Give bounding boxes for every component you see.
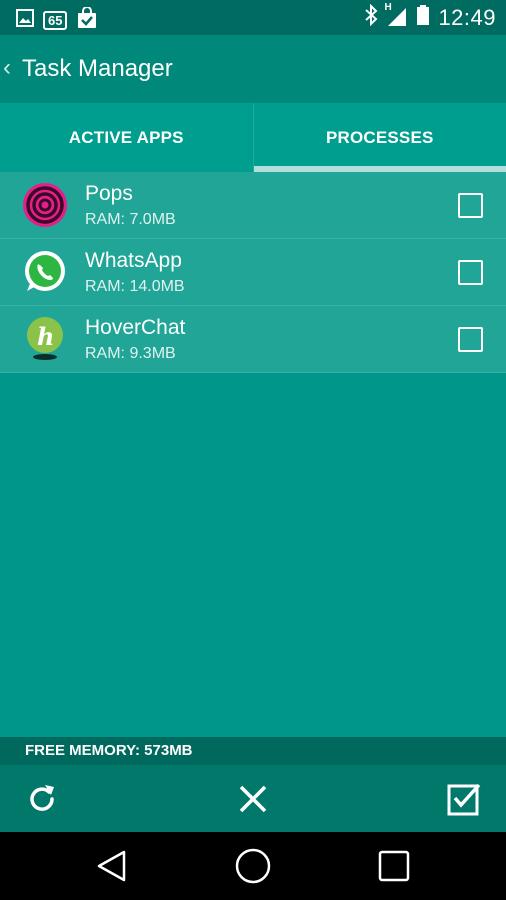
app-ram: RAM: 7.0MB xyxy=(85,211,176,228)
process-list: Pops RAM: 7.0MB WhatsApp RAM: 14.0MB h H… xyxy=(0,172,506,373)
app-name: Pops xyxy=(85,182,133,205)
list-item[interactable]: h HoverChat RAM: 9.3MB xyxy=(0,306,506,373)
select-checkbox[interactable] xyxy=(458,260,483,285)
refresh-icon[interactable] xyxy=(24,781,60,817)
app-name: WhatsApp xyxy=(85,249,182,272)
app-ram: RAM: 9.3MB xyxy=(85,345,176,362)
tab-processes[interactable]: PROCESSES xyxy=(252,103,506,172)
home-icon[interactable] xyxy=(235,848,271,884)
select-checkbox[interactable] xyxy=(458,327,483,352)
list-item[interactable]: Pops RAM: 7.0MB xyxy=(0,172,506,239)
select-all-check-icon[interactable] xyxy=(446,781,482,817)
action-bar xyxy=(0,765,506,832)
tab-label: ACTIVE APPS xyxy=(68,127,184,147)
back-chevron-icon[interactable]: ‹ xyxy=(3,54,11,82)
network-type-label: H xyxy=(384,2,392,13)
status-bar: 65 H 12:49 xyxy=(0,0,506,35)
tab-active-apps[interactable]: ACTIVE APPS xyxy=(0,103,253,172)
free-memory-label: FREE MEMORY: 573MB xyxy=(25,742,193,759)
image-icon xyxy=(16,9,34,32)
list-item[interactable]: WhatsApp RAM: 14.0MB xyxy=(0,239,506,306)
free-memory-bar: FREE MEMORY: 573MB xyxy=(0,737,506,765)
tab-label: PROCESSES xyxy=(325,127,434,147)
app-bar: ‹ Task Manager xyxy=(0,35,506,103)
system-icons: H 12:49 xyxy=(364,2,496,31)
app-name: HoverChat xyxy=(85,316,186,339)
app-ram: RAM: 14.0MB xyxy=(85,278,185,295)
clock: 12:49 xyxy=(438,4,496,30)
cellular-signal-icon: H xyxy=(384,2,408,31)
bluetooth-icon xyxy=(364,3,378,31)
battery-icon xyxy=(416,4,430,31)
page-title: Task Manager xyxy=(22,55,173,82)
tab-bar: ACTIVE APPS PROCESSES xyxy=(0,103,506,172)
recents-icon[interactable] xyxy=(376,848,412,884)
select-checkbox[interactable] xyxy=(458,193,483,218)
pops-app-icon xyxy=(22,182,68,228)
svg-text:h: h xyxy=(37,322,54,351)
whatsapp-app-icon xyxy=(22,249,68,295)
shopping-bag-icon xyxy=(76,6,98,34)
system-nav-bar xyxy=(0,832,506,900)
hoverchat-app-icon: h xyxy=(22,316,68,362)
notification-icons: 65 xyxy=(16,6,98,34)
close-icon[interactable] xyxy=(235,781,271,817)
back-icon[interactable] xyxy=(94,848,130,884)
battery-saver-65-icon: 65 xyxy=(43,11,68,30)
